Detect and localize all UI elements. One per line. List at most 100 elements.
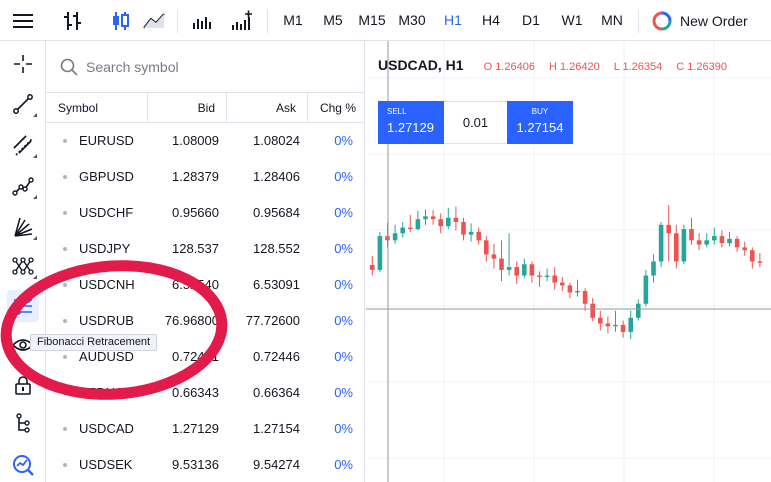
change-percent: 0% [334,133,353,148]
trend-line-icon[interactable] [7,88,39,120]
candle [674,224,679,269]
candle [666,205,671,262]
table-row[interactable]: USDCAD 1.27129 1.27154 0% [46,411,365,447]
quantity-input[interactable]: 0.01 [444,101,507,144]
bar-chart-type-icon[interactable] [60,8,86,34]
candle-body [423,216,428,220]
timeframe-m15[interactable]: M15 [355,0,389,41]
ask-price: 128.552 [253,241,300,256]
candle [575,279,580,297]
candle [598,310,603,331]
candle [643,269,649,307]
table-row[interactable]: EURUSD 1.08009 1.08024 0% [46,123,365,159]
candle [461,217,466,241]
candle-body [484,240,489,255]
candle [506,233,512,276]
buy-button[interactable]: BUY 1.27154 [507,101,573,144]
ask-price: 0.72446 [253,349,300,364]
crosshair-icon[interactable] [7,48,39,80]
symbol-name: GBPUSD [79,169,134,184]
ask-price: 9.54274 [253,457,300,472]
candle-body [468,231,474,235]
candle [446,207,451,230]
column-header-bid[interactable]: Bid [198,93,215,123]
ask-price: 1.28406 [253,169,300,184]
table-row[interactable]: USDSEK 9.53136 9.54274 0% [46,447,365,482]
table-row[interactable]: USDJPY 128.537 128.552 0% [46,231,365,267]
bid-price: 0.72431 [172,349,219,364]
gann-fan-icon[interactable] [7,211,39,243]
candle [704,233,709,248]
candle [590,298,595,322]
candle-body [491,254,497,259]
row-dot-icon [63,427,67,431]
table-row[interactable]: USDCHF 0.95660 0.95684 0% [46,195,365,231]
volume-indicator-icon[interactable] [189,8,215,34]
candle [742,241,747,256]
column-header-ask[interactable]: Ask [276,93,296,123]
candle-body [613,324,618,327]
candle-body [643,275,649,304]
symbol-name: USDCAD [79,421,134,436]
candle [636,299,641,321]
timeframe-d1[interactable]: D1 [516,0,546,41]
change-percent: 0% [334,457,353,472]
table-row[interactable]: GBPUSD 1.28379 1.28406 0% [46,159,365,195]
ask-price: 0.66364 [253,385,300,400]
candle-body [408,227,413,230]
candle [689,217,694,245]
pattern-tool-icon[interactable] [7,250,39,282]
candle-body [681,229,687,262]
timeframe-w1[interactable]: W1 [556,0,588,41]
ohlc-low: L 1.26354 [613,61,663,73]
hamburger-menu-icon[interactable] [0,0,46,41]
timeframe-mn[interactable]: MN [596,0,628,41]
bid-price: 9.53136 [172,457,219,472]
new-order-button[interactable]: New Order [652,0,748,41]
symbol-name: USDCNH [79,277,135,292]
new-order-icon [652,11,672,30]
row-dot-icon [63,211,67,215]
ask-price: 1.27154 [253,421,300,436]
candle-body [605,323,611,327]
timeframe-m1[interactable]: M1 [278,0,308,41]
symbol-table-body: EURUSD 1.08009 1.08024 0% GBPUSD 1.28379 1.28… [46,123,365,482]
bid-price: 1.27129 [172,421,219,436]
column-header-symbol[interactable]: Symbol [58,93,98,123]
price-chart[interactable]: USDCAD, H1 O 1.26406 H 1.26420 L 1.26354… [366,41,771,482]
candle-body [499,258,504,270]
bid-price: 6.52540 [172,277,219,292]
line-chart-type-icon[interactable] [141,8,167,34]
fibonacci-retracement-tooltip: Fibonacci Retracement [30,334,158,351]
table-row[interactable]: NZDUSD 0.66343 0.66364 0% [46,375,365,411]
bid-price: 0.95660 [172,205,219,220]
candle [430,210,436,225]
candles-chart-type-icon[interactable] [108,8,134,34]
candle [658,222,664,268]
symbol-search-input[interactable] [86,58,326,75]
timeframe-m5[interactable]: M5 [318,0,348,41]
timeframe-m30[interactable]: M30 [394,0,430,41]
table-row[interactable]: USDCNH 6.52540 6.53091 0% [46,267,365,303]
fibonacci-retracement-icon[interactable] [7,290,39,322]
timeframe-h4[interactable]: H4 [476,0,506,41]
buy-price: 1.27154 [516,120,564,135]
candle [605,316,611,334]
symbol-name: USDSEK [79,457,133,472]
object-tree-icon[interactable] [7,407,39,439]
timeframe-h1[interactable]: H1 [438,0,468,41]
sell-button[interactable]: SELL 1.27129 [378,101,444,144]
candle-body [658,224,664,262]
lock-drawings-icon[interactable] [7,369,39,401]
channel-tool-icon[interactable] [7,129,39,161]
candle [423,209,428,225]
analytics-zoom-icon[interactable] [7,449,39,481]
ask-price: 77.72600 [245,313,300,328]
candle [628,310,633,339]
candle [757,253,763,268]
candle [544,268,550,282]
candle [537,271,542,287]
column-header-chg[interactable]: Chg % [320,93,356,123]
path-tool-icon[interactable] [7,170,39,202]
indicators-icon[interactable] [229,8,255,34]
